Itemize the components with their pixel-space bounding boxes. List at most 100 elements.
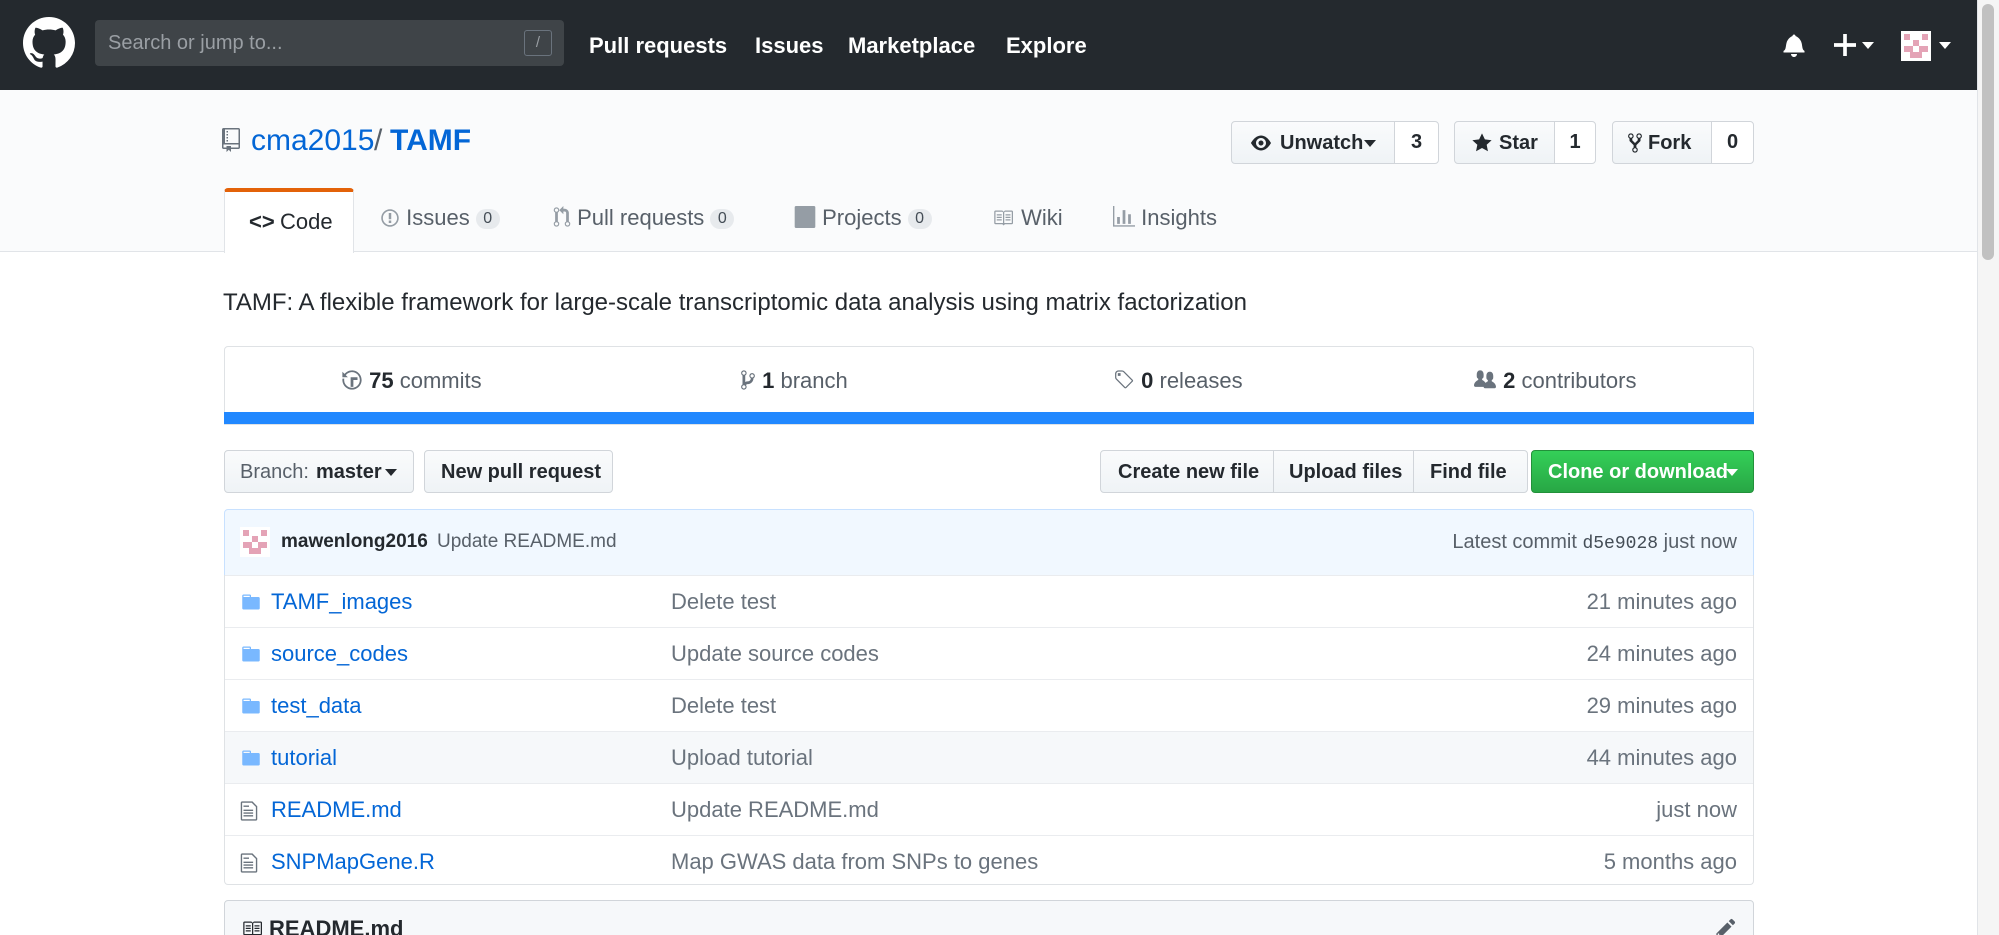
- commit-author-link[interactable]: mawenlong2016: [281, 531, 428, 553]
- commits-label: commits: [399, 368, 482, 393]
- clone-or-download-button[interactable]: Clone or download: [1531, 450, 1754, 493]
- file-age: 5 months ago: [1603, 849, 1737, 874]
- branches-link[interactable]: 1 branch: [740, 368, 848, 394]
- commits-count: 75: [369, 368, 394, 393]
- tab-code-label: Code: [280, 209, 333, 234]
- user-menu-caret-icon[interactable]: [1939, 42, 1951, 49]
- create-new-file-label: Create new file: [1118, 461, 1260, 483]
- fork-label: Fork: [1648, 132, 1692, 154]
- tab-issues[interactable]: Issues 0: [380, 205, 500, 231]
- find-file-button[interactable]: Find file: [1413, 450, 1528, 493]
- commits-link[interactable]: 75 commits: [341, 368, 482, 394]
- file-commit-message-link[interactable]: Upload tutorial: [671, 745, 813, 771]
- file-name-link[interactable]: test_data: [271, 693, 362, 719]
- issues-counter: 0: [475, 209, 500, 229]
- tab-insights[interactable]: Insights: [1113, 205, 1217, 231]
- nav-explore[interactable]: Explore: [1006, 33, 1087, 59]
- branch-name: master: [316, 461, 382, 483]
- file-name-link[interactable]: source_codes: [271, 641, 408, 667]
- tab-issues-label: Issues: [406, 205, 470, 230]
- star-button[interactable]: Star: [1454, 121, 1555, 164]
- author-avatar[interactable]: [240, 527, 270, 557]
- page-scrollbar[interactable]: [1977, 0, 1999, 935]
- tab-code[interactable]: <> Code: [224, 188, 354, 253]
- table-row: tutorial Upload tutorial 44 minutes ago: [225, 731, 1753, 783]
- latest-commit-bar: mawenlong2016 Update README.md Latest co…: [224, 509, 1754, 576]
- people-icon: [1474, 370, 1496, 389]
- fork-button[interactable]: Fork: [1612, 121, 1712, 164]
- table-row: test_data Delete test 29 minutes ago: [225, 679, 1753, 731]
- file-name-link[interactable]: TAMF_images: [271, 589, 412, 615]
- commit-message-link[interactable]: Update README.md: [437, 531, 617, 553]
- fork-icon: [1628, 133, 1642, 153]
- book-icon: [243, 921, 262, 935]
- fork-count[interactable]: 0: [1711, 121, 1754, 164]
- bell-icon[interactable]: [1783, 33, 1805, 57]
- latest-commit-prefix: Latest commit: [1452, 531, 1577, 553]
- search-input[interactable]: Search or jump to... /: [95, 20, 564, 66]
- file-name-link[interactable]: SNPMapGene.R: [271, 849, 435, 875]
- branch-label: branch: [780, 368, 848, 393]
- history-icon: [342, 370, 362, 390]
- folder-icon: [242, 646, 260, 662]
- github-logo-icon[interactable]: [23, 17, 75, 69]
- folder-icon: [242, 698, 260, 714]
- projects-counter: 0: [907, 209, 932, 229]
- unwatch-button[interactable]: Unwatch: [1231, 121, 1395, 164]
- clone-or-download-label: Clone or download: [1548, 461, 1728, 483]
- clone-caret-icon: [1726, 469, 1738, 476]
- file-name-link[interactable]: README.md: [271, 797, 402, 823]
- file-commit-message-link[interactable]: Delete test: [671, 693, 776, 719]
- pencil-icon[interactable]: [1715, 917, 1737, 935]
- search-shortcut-key: /: [524, 30, 552, 56]
- repo-description: TAMF: A flexible framework for large-sca…: [223, 289, 1247, 316]
- commit-sha-link[interactable]: d5e9028: [1582, 534, 1658, 554]
- plus-icon[interactable]: [1834, 34, 1856, 56]
- contributors-label: contributors: [1521, 368, 1637, 393]
- watch-count[interactable]: 3: [1394, 121, 1439, 164]
- upload-files-button[interactable]: Upload files: [1273, 450, 1414, 493]
- repo-name-link[interactable]: TAMF: [390, 124, 471, 158]
- table-row: README.md Update README.md just now: [225, 783, 1753, 835]
- tab-projects[interactable]: Projects 0: [794, 205, 932, 231]
- pull-requests-counter: 0: [710, 209, 735, 229]
- repo-owner-link[interactable]: cma2015: [251, 124, 374, 158]
- folder-icon: [242, 750, 260, 766]
- tab-wiki-label: Wiki: [1021, 205, 1063, 230]
- repo-path-separator: /: [374, 124, 383, 157]
- file-commit-message-link[interactable]: Update README.md: [671, 797, 879, 823]
- book-icon: [994, 210, 1013, 226]
- releases-count: 0: [1141, 368, 1154, 393]
- upload-files-label: Upload files: [1289, 461, 1403, 483]
- tab-pull-requests[interactable]: Pull requests 0: [553, 205, 735, 231]
- create-new-file-button[interactable]: Create new file: [1100, 450, 1274, 493]
- new-pull-request-button[interactable]: New pull request: [424, 450, 613, 493]
- search-placeholder: Search or jump to...: [108, 32, 283, 54]
- file-name-link[interactable]: tutorial: [271, 745, 337, 771]
- file-text-icon: [240, 801, 258, 821]
- issue-opened-icon: [381, 209, 399, 227]
- tab-wiki[interactable]: Wiki: [991, 205, 1063, 231]
- tag-icon: [1115, 370, 1134, 389]
- releases-label: releases: [1159, 368, 1243, 393]
- scrollbar-thumb[interactable]: [1982, 4, 1994, 260]
- unwatch-label: Unwatch: [1280, 132, 1364, 154]
- nav-marketplace[interactable]: Marketplace: [848, 33, 975, 59]
- language-bar[interactable]: [224, 412, 1754, 424]
- file-commit-message-link[interactable]: Map GWAS data from SNPs to genes: [671, 849, 1038, 875]
- branch-select-button[interactable]: Branch: master: [224, 450, 414, 493]
- file-list: TAMF_images Delete test 21 minutes ago s…: [224, 575, 1754, 885]
- user-avatar[interactable]: [1901, 31, 1931, 61]
- releases-link[interactable]: 0 releases: [1113, 368, 1243, 394]
- file-commit-message-link[interactable]: Update source codes: [671, 641, 879, 667]
- git-pull-request-icon: [553, 206, 571, 227]
- star-label: Star: [1499, 132, 1538, 154]
- code-icon: <>: [249, 209, 275, 234]
- star-count[interactable]: 1: [1554, 121, 1596, 164]
- nav-pull-requests[interactable]: Pull requests: [589, 33, 727, 59]
- file-commit-message-link[interactable]: Delete test: [671, 589, 776, 615]
- contributors-link[interactable]: 2 contributors: [1473, 368, 1636, 394]
- plus-menu-caret-icon[interactable]: [1862, 42, 1874, 49]
- contributors-count: 2: [1503, 368, 1516, 393]
- nav-issues[interactable]: Issues: [755, 33, 824, 59]
